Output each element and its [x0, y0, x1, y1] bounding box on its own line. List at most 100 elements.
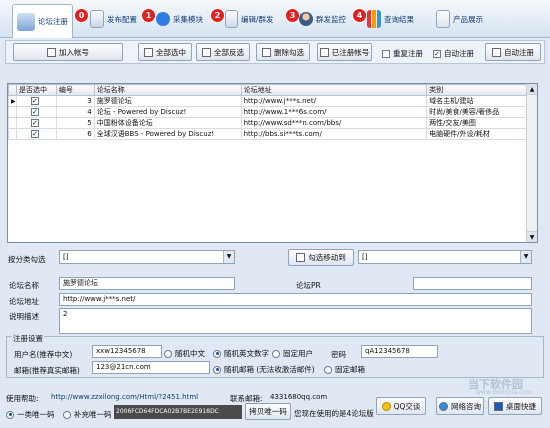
- cell-name: 论坛 - Powered by Discuz!: [93, 106, 242, 118]
- fixed-email-radio[interactable]: 固定邮箱: [324, 364, 365, 375]
- tab-label: 编辑/群发: [241, 14, 274, 24]
- registered-accounts-button[interactable]: 已注册帐号: [317, 43, 372, 61]
- cell-num: 4: [55, 106, 95, 118]
- status-text: 您现在使用的是4论坛版: [294, 409, 374, 418]
- forum-register-icon: [17, 12, 35, 31]
- forum-pr-field[interactable]: [413, 277, 532, 290]
- shortcut-arrow-icon: [494, 401, 503, 411]
- machine-code-radio[interactable]: 一类唯一码: [6, 409, 55, 420]
- random-email-radio[interactable]: 随机邮箱 (无法收激活邮件): [213, 364, 315, 375]
- move-icon: [296, 253, 306, 262]
- globe-icon: [439, 401, 448, 411]
- cell-name: 中国粉体设备论坛: [93, 117, 242, 129]
- table-row[interactable]: ▶ ✓ 3 施罗德论坛 http://www.j***s.net/ 域名主机/建…: [8, 95, 527, 107]
- badge-3: 3: [285, 8, 300, 23]
- add-icon: [47, 47, 56, 57]
- desktop-shortcut-button[interactable]: 桌面快捷: [488, 397, 542, 415]
- help-link[interactable]: http://www.zzxilong.com/Html/?2451.html: [51, 393, 198, 401]
- auto-register-checkbox[interactable]: ✓ 自动注册: [433, 48, 474, 59]
- supplement-code-radio[interactable]: 补充唯一码: [63, 409, 112, 420]
- cell-url: http://bbs.si***ts.com/: [240, 128, 428, 140]
- tab-product-show[interactable]: 产品展示: [436, 3, 483, 35]
- invert-select-icon: [202, 47, 211, 57]
- table-row[interactable]: ✓ 4 论坛 - Powered by Discuz! http://www.1…: [8, 106, 527, 118]
- classify-right-select[interactable]: [] ▼: [358, 250, 532, 264]
- col-header-selected[interactable]: 是否选中: [15, 84, 57, 96]
- grid-header-row: 是否选中 编号 论坛名称 论坛地址 类别: [8, 84, 527, 96]
- forum-grid: 是否选中 编号 论坛名称 论坛地址 类别 ▶ ✓ 3 施罗德论坛 http://…: [7, 83, 538, 243]
- re-register-checkbox[interactable]: 重复注册: [382, 48, 423, 59]
- col-header-category[interactable]: 类别: [426, 84, 527, 96]
- tab-bar: 论坛注册 0 发布配置 1 采集模块 2 编辑/群发 3 群发监控 4 查询结果…: [0, 0, 550, 38]
- eraser-icon: [262, 47, 271, 57]
- cell-url: http://www.1***6s.com/: [240, 106, 428, 118]
- forum-name-field[interactable]: 施罗德论坛: [59, 277, 235, 290]
- random-chinese-radio[interactable]: 随机中文: [164, 348, 205, 359]
- move-checked-button[interactable]: 勾选移动到: [288, 249, 354, 266]
- invert-select-button[interactable]: 全部反选: [196, 43, 250, 61]
- tab-label: 查询结果: [384, 14, 414, 24]
- classify-left-select[interactable]: [] ▼: [59, 250, 235, 264]
- scroll-down-arrow-icon[interactable]: ▼: [527, 231, 537, 242]
- username-field[interactable]: xxw12345678: [92, 345, 162, 358]
- tab-label: 发布配置: [107, 14, 137, 24]
- forum-name-label: 论坛名称: [9, 281, 39, 290]
- tab-publish-config[interactable]: 发布配置: [90, 3, 137, 35]
- col-header-num[interactable]: 编号: [55, 84, 95, 96]
- cell-url: http://www.sd***n.com/bbs/: [240, 117, 428, 129]
- register-settings-title: 注册设置: [12, 333, 44, 344]
- fixed-user-radio[interactable]: 固定用户: [272, 348, 313, 359]
- watermark-url: www.downxia.com: [476, 389, 532, 396]
- row-checkbox[interactable]: ✓: [15, 95, 57, 107]
- table-row[interactable]: ✓ 5 中国粉体设备论坛 http://www.sd***n.com/bbs/ …: [8, 117, 527, 129]
- classify-label: 按分类勾选: [8, 255, 46, 264]
- col-header-url[interactable]: 论坛地址: [240, 84, 428, 96]
- tab-collect-module[interactable]: 采集模块: [156, 3, 203, 35]
- cell-category: 域名主机/建站: [426, 95, 527, 107]
- machine-code-display: 2006FCD64FDCA02B7BE2E918DC: [114, 405, 242, 419]
- product-icon: [436, 10, 450, 28]
- document-icon: [319, 47, 329, 57]
- cell-category: 两性/交友/美图: [426, 117, 527, 129]
- select-all-button[interactable]: 全部选中: [138, 43, 192, 61]
- cell-num: 5: [55, 117, 95, 129]
- toolbar: 加入帐号 全部选中 全部反选 删除勾选 已注册帐号 重复注册 ✓ 自动注册 自动注…: [5, 40, 545, 64]
- cell-category: 电脑硬件/外设/耗材: [426, 128, 527, 140]
- grid-scrollbar[interactable]: ▲ ▼: [526, 84, 537, 242]
- tab-label: 群发监控: [316, 14, 346, 24]
- add-account-button[interactable]: 加入帐号: [13, 43, 123, 61]
- password-field[interactable]: qA12345678: [361, 345, 438, 358]
- password-label: 密码: [331, 350, 346, 359]
- copy-code-button[interactable]: 拷贝唯一码: [245, 403, 291, 420]
- row-checkbox[interactable]: ✓: [15, 128, 57, 140]
- badge-2: 2: [210, 8, 225, 23]
- delete-checked-button[interactable]: 删除勾选: [256, 43, 310, 61]
- username-label: 用户名(推荐中文): [14, 350, 73, 359]
- scroll-up-arrow-icon[interactable]: ▲: [527, 84, 537, 95]
- online-consult-button[interactable]: 网络咨询: [436, 397, 484, 415]
- cell-name: 施罗德论坛: [93, 95, 242, 107]
- tab-edit-send[interactable]: 编辑/群发: [225, 3, 274, 35]
- badge-4: 4: [352, 8, 367, 23]
- random-en-num-radio[interactable]: 随机英文数字: [213, 348, 269, 359]
- cell-category: 时尚/美食/美容/奢侈品: [426, 106, 527, 118]
- qq-chat-button[interactable]: QQ交谈: [376, 397, 426, 415]
- row-checkbox[interactable]: ✓: [15, 117, 57, 129]
- tab-label: 论坛注册: [38, 17, 68, 26]
- email-field[interactable]: 123@21cn.com: [92, 361, 210, 374]
- table-row[interactable]: ✓ 6 全球汉语BBS - Powered by Discuz! http://…: [8, 128, 527, 140]
- tab-label: 产品展示: [453, 14, 483, 24]
- forum-url-field[interactable]: http://www.j***s.net/: [59, 293, 532, 306]
- forum-url-label: 论坛地址: [9, 297, 39, 306]
- row-pointer-icon: ▶: [8, 95, 17, 107]
- tab-send-monitor[interactable]: 群发监控: [299, 3, 346, 35]
- col-header-name[interactable]: 论坛名称: [93, 84, 242, 96]
- description-field[interactable]: 2: [59, 308, 532, 334]
- badge-1: 1: [141, 8, 156, 23]
- document-icon: [90, 10, 104, 28]
- tab-query-results[interactable]: 查询结果: [367, 3, 414, 35]
- cell-url: http://www.j***s.net/: [240, 95, 428, 107]
- auto-register-button[interactable]: 自动注册: [485, 43, 541, 61]
- row-checkbox[interactable]: ✓: [15, 106, 57, 118]
- tab-forum-register[interactable]: 论坛注册: [12, 4, 73, 38]
